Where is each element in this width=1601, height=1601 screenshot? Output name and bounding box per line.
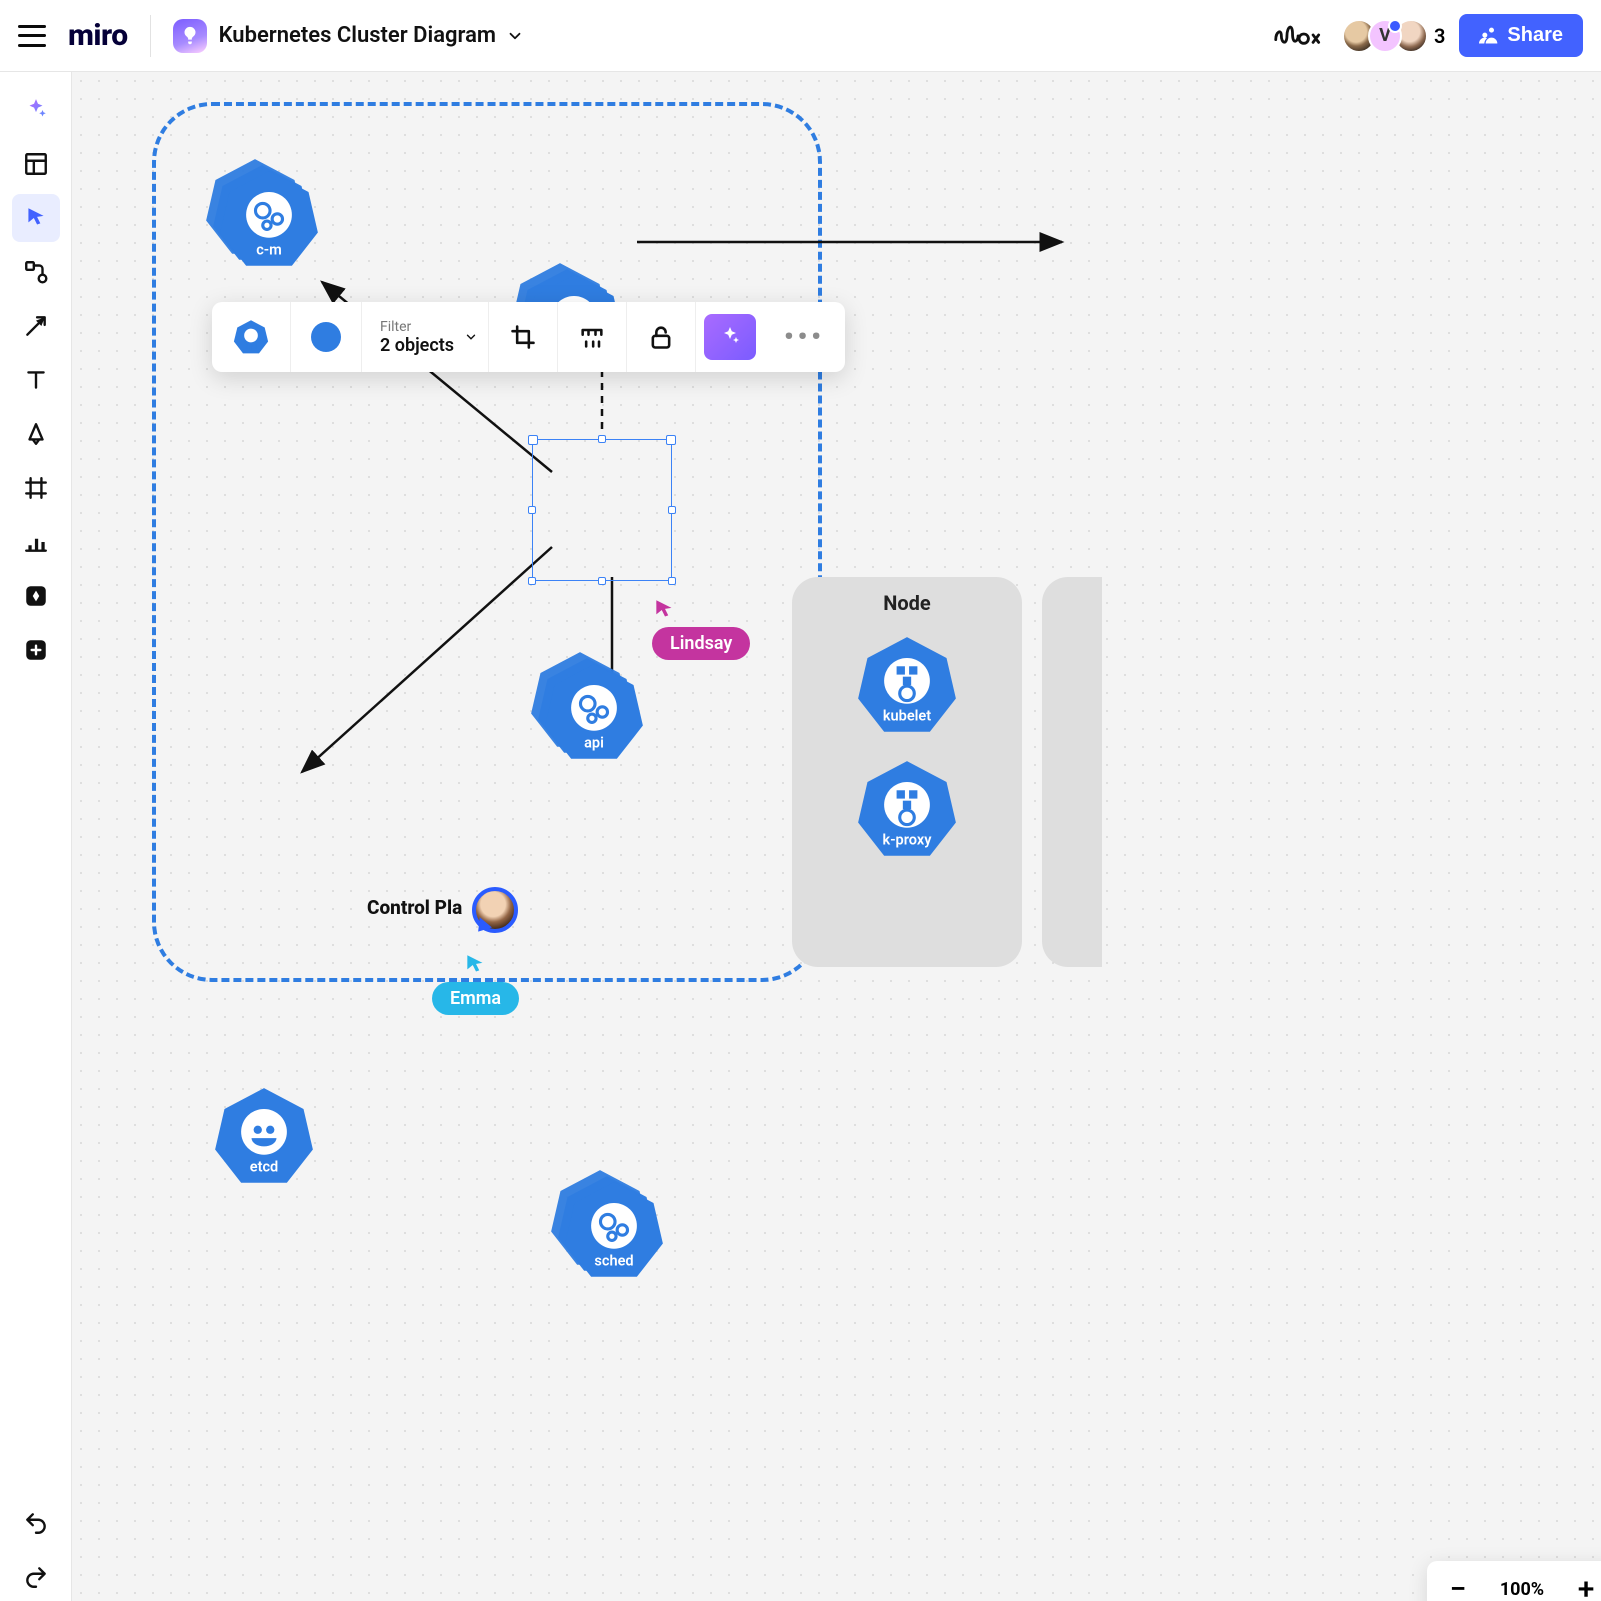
filter-value: 2 objects: [380, 335, 454, 356]
node-group[interactable]: Node kubelet k-proxy: [792, 577, 1022, 967]
diagram-tool[interactable]: [12, 248, 60, 296]
kubelet-shape[interactable]: kubelet: [855, 633, 959, 737]
collaborator-tag: Emma: [432, 982, 519, 1015]
collaborator-cursor-lindsay: Lindsay: [652, 597, 750, 660]
board-icon[interactable]: [173, 19, 207, 53]
filter-dropdown[interactable]: Filter 2 objects: [362, 302, 489, 372]
text-tool[interactable]: [12, 356, 60, 404]
node-group-title: Node: [883, 591, 930, 615]
svg-text:c-m: c-m: [256, 240, 282, 258]
undo-button[interactable]: [12, 1499, 60, 1547]
ai-action-button[interactable]: [704, 314, 756, 360]
app-header: miro Kubernetes Cluster Diagram V 3 Shar…: [0, 0, 1601, 72]
left-toolbar: [0, 72, 72, 1601]
app-tool[interactable]: [12, 572, 60, 620]
miro-logo[interactable]: miro: [68, 18, 128, 53]
selection-toolbar: api Filter 2 objects •••: [212, 302, 845, 372]
main-menu-button[interactable]: [18, 25, 46, 47]
share-label: Share: [1507, 24, 1563, 47]
collaborator-cursor-emma: Emma: [432, 952, 519, 1015]
selection-bounding-box[interactable]: [532, 439, 672, 581]
avatar[interactable]: V: [1368, 19, 1402, 53]
board-title-chevron-icon[interactable]: [506, 27, 524, 45]
svg-text:api: api: [584, 733, 604, 751]
templates-tool[interactable]: [12, 140, 60, 188]
etcd-shape[interactable]: etcd: [212, 1084, 316, 1188]
svg-text:api: api: [245, 342, 256, 352]
select-tool[interactable]: [12, 194, 60, 242]
chevron-down-icon: [464, 330, 478, 344]
controller-manager-shape[interactable]: c-m: [217, 167, 321, 271]
collaborator-avatar-bubble[interactable]: [472, 887, 518, 933]
chart-tool[interactable]: [12, 518, 60, 566]
tidy-button[interactable]: [558, 302, 627, 372]
svg-text:k-proxy: k-proxy: [883, 830, 933, 848]
fill-color-button[interactable]: [291, 302, 362, 372]
lock-button[interactable]: [627, 302, 696, 372]
talktrack-icon[interactable]: [1272, 17, 1328, 55]
svg-text:sched: sched: [594, 1251, 633, 1269]
filter-label: Filter: [380, 319, 411, 335]
svg-text:etcd: etcd: [250, 1157, 279, 1175]
zoom-value[interactable]: 100%: [1500, 1579, 1544, 1600]
zoom-control: − 100% +: [1427, 1561, 1601, 1601]
ai-tool[interactable]: [12, 86, 60, 134]
board-canvas[interactable]: Node kubelet k-proxy: [72, 72, 1601, 1601]
svg-text:kubelet: kubelet: [883, 706, 931, 724]
crop-button[interactable]: [489, 302, 558, 372]
scheduler-shape[interactable]: sched: [562, 1178, 666, 1282]
control-plane-label: Control Pla: [367, 896, 462, 919]
frame-tool[interactable]: [12, 464, 60, 512]
add-tool[interactable]: [12, 626, 60, 674]
pen-tool[interactable]: [12, 410, 60, 458]
collaborator-tag: Lindsay: [652, 627, 750, 660]
node-group-2[interactable]: [1042, 577, 1102, 967]
kproxy-shape[interactable]: k-proxy: [855, 757, 959, 861]
api-server-shape[interactable]: api: [542, 660, 646, 764]
redo-button[interactable]: [12, 1553, 60, 1601]
shape-type-button[interactable]: api: [212, 302, 291, 372]
more-options-button[interactable]: •••: [764, 302, 845, 372]
arrow-tool[interactable]: [12, 302, 60, 350]
share-button[interactable]: Share: [1459, 14, 1583, 57]
collaborator-avatars[interactable]: V 3: [1342, 19, 1445, 53]
zoom-in-button[interactable]: +: [1566, 1572, 1601, 1601]
zoom-out-button[interactable]: −: [1438, 1572, 1478, 1601]
divider: [150, 15, 151, 57]
avatar-overflow-count[interactable]: 3: [1434, 24, 1445, 48]
board-title[interactable]: Kubernetes Cluster Diagram: [219, 23, 496, 48]
